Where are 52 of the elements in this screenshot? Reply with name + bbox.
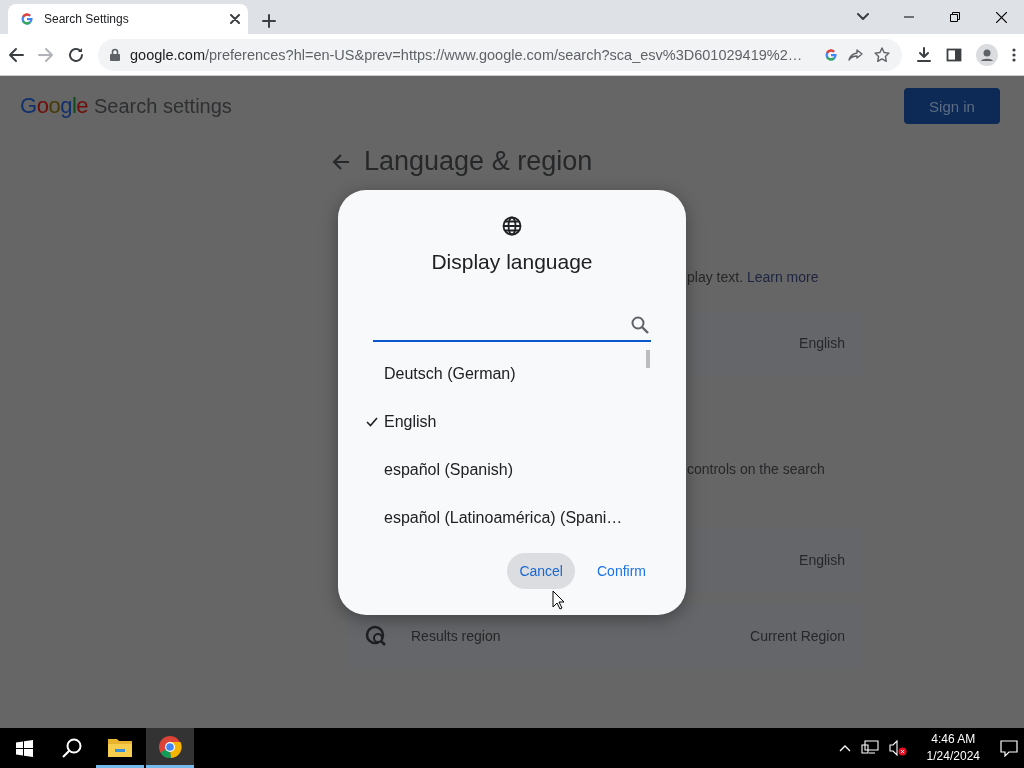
folder-icon <box>108 736 132 757</box>
globe-search-icon <box>365 625 387 647</box>
chrome-icon <box>158 734 182 759</box>
notification-icon[interactable] <box>1000 739 1018 757</box>
chevron-down-icon[interactable] <box>857 13 869 21</box>
back-arrow-icon[interactable] <box>332 152 350 171</box>
language-option[interactable]: español (Spanish) <box>366 446 660 494</box>
close-icon[interactable] <box>995 11 1007 23</box>
menu-icon[interactable] <box>1012 47 1016 62</box>
browser-tab[interactable]: Search Settings <box>8 4 248 34</box>
section-heading: Language & region <box>364 146 593 177</box>
search-icon[interactable] <box>62 738 82 758</box>
restore-icon[interactable] <box>950 12 960 22</box>
chevron-up-icon[interactable] <box>838 744 851 752</box>
google-icon <box>20 12 34 26</box>
dialog-title: Display language <box>431 250 593 274</box>
setting-value: English <box>799 335 845 351</box>
language-option[interactable]: Deutsch (German) <box>366 350 660 398</box>
back-icon[interactable] <box>8 46 24 63</box>
profile-icon[interactable] <box>976 43 998 66</box>
description-text: play text. Learn more <box>687 269 819 285</box>
cancel-button[interactable]: Cancel <box>507 553 575 589</box>
address-bar[interactable]: google.com/preferences?hl=en-US&prev=https://www.google.com/search?sca_esv%3D601029419%2… <box>98 38 902 71</box>
taskbar-app[interactable] <box>146 728 194 768</box>
confirm-button[interactable]: Confirm <box>585 553 658 589</box>
tab-title: Search Settings <box>44 12 130 26</box>
start-icon[interactable] <box>15 739 33 757</box>
url-text: google.com/preferences?hl=en-US&prev=https://www.google.com/search?sca_esv%3D601029419%2… <box>130 46 804 63</box>
setting-value: English <box>799 552 845 568</box>
share-icon[interactable] <box>848 46 864 63</box>
page-title: Search settings <box>94 94 232 118</box>
volume-muted-icon[interactable] <box>888 740 907 756</box>
star-icon[interactable] <box>874 46 890 63</box>
setting-value: Current Region <box>750 628 845 644</box>
reload-icon[interactable] <box>68 46 84 63</box>
scrollbar-thumb[interactable] <box>646 350 650 368</box>
network-icon[interactable] <box>860 740 879 756</box>
language-option[interactable]: español (Latinoamérica) (Spani… <box>366 494 660 542</box>
lock-icon <box>110 48 120 61</box>
globe-icon <box>502 216 522 236</box>
language-option[interactable]: English <box>366 398 660 446</box>
download-icon[interactable] <box>916 46 932 63</box>
description-text: controls on the search <box>687 461 825 477</box>
google-logo: Google <box>20 93 88 119</box>
clock-time[interactable]: 4:46 AM <box>931 731 976 748</box>
google-icon[interactable] <box>824 47 838 62</box>
clock-date[interactable]: 1/24/2024 <box>926 748 980 765</box>
setting-label: Results region <box>411 628 501 644</box>
mouse-cursor-icon <box>552 590 565 610</box>
side-panel-icon[interactable] <box>946 46 962 63</box>
close-icon[interactable] <box>230 14 240 24</box>
new-tab-icon[interactable] <box>262 14 276 28</box>
